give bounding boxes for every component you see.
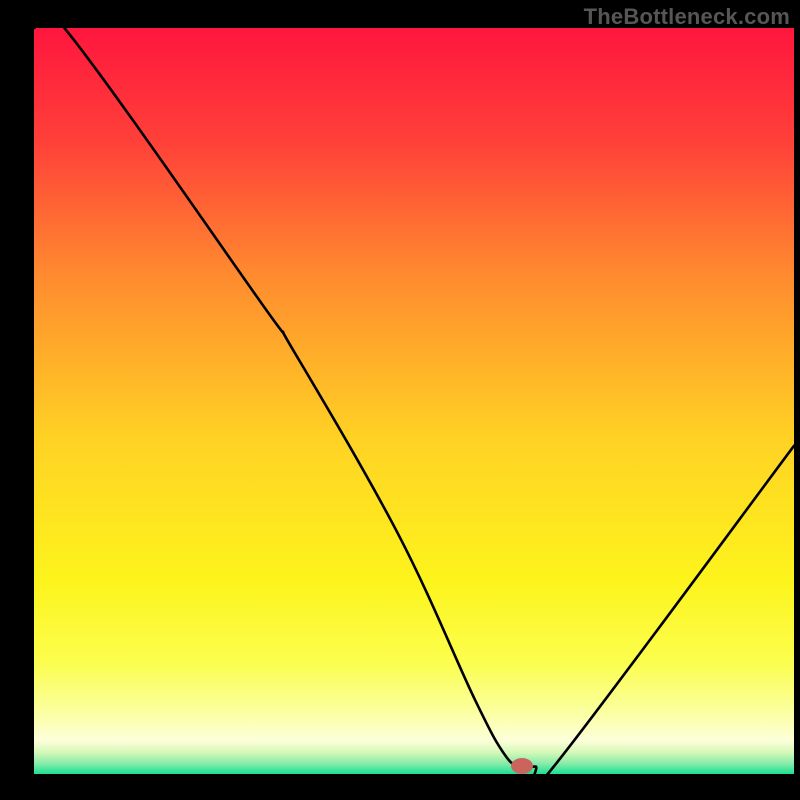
optimal-point-marker (511, 758, 533, 774)
chart-frame: { "watermark": "TheBottleneck.com", "plo… (0, 0, 800, 800)
watermark-text: TheBottleneck.com (584, 4, 790, 30)
chart-svg (0, 0, 800, 800)
